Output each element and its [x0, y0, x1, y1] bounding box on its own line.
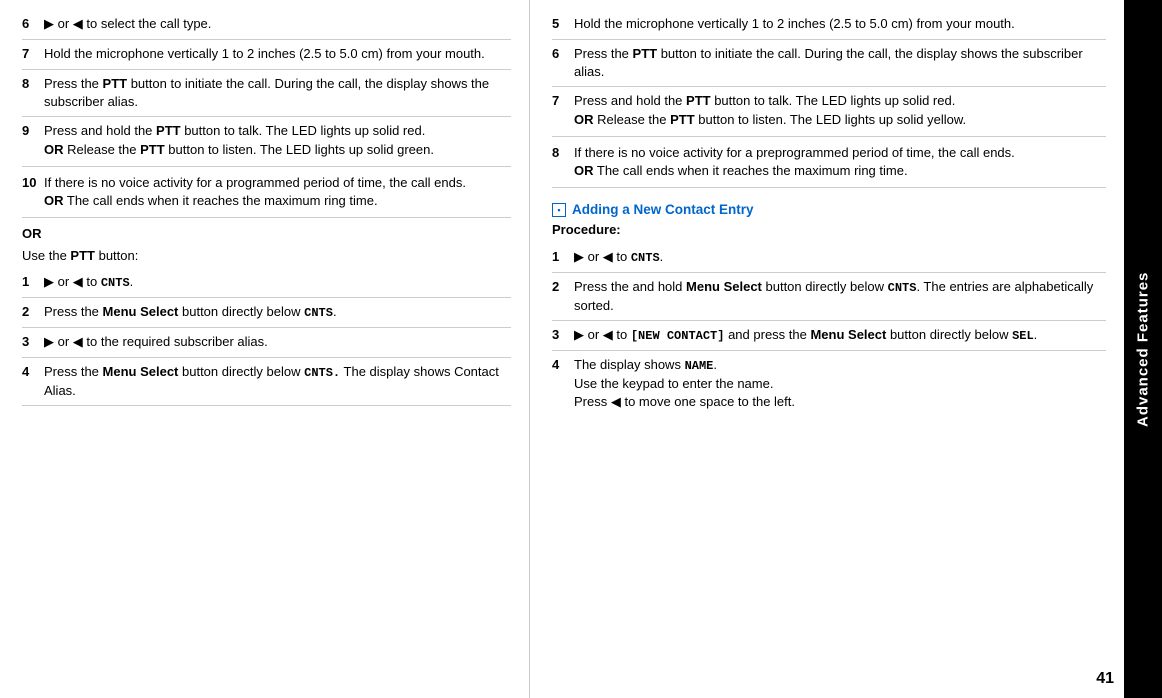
use-ptt-row: Use the PTT button:	[22, 246, 511, 268]
sub-step-3-num: 3	[22, 333, 44, 349]
r-step-8-content: If there is no voice activity for a prep…	[574, 144, 1106, 180]
r-step-6-row: 6 Press the PTT button to initiate the c…	[552, 40, 1106, 87]
sub-step-2-num: 2	[22, 303, 44, 319]
or-label: OR	[22, 226, 42, 241]
page-number: 41	[1096, 670, 1114, 688]
sub-step-2-row: 2 Press the Menu Select button directly …	[22, 298, 511, 328]
sub-step-4-content: Press the Menu Select button directly be…	[44, 363, 511, 400]
sec-sel-mono: SEL	[1012, 329, 1034, 343]
step-7-num: 7	[22, 45, 44, 61]
r-step-6-content: Press the PTT button to initiate the cal…	[574, 45, 1106, 81]
use-ptt-text: Use the PTT button:	[22, 248, 138, 263]
sec-step-1-content: ▶ or ◀ to CNTS.	[574, 248, 1106, 267]
r-step-6-num: 6	[552, 45, 574, 61]
step-6-row: 6 ▶ or ◀ to select the call type.	[22, 10, 511, 40]
sec-step-3-content: ▶ or ◀ to [NEW CONTACT] and press the Me…	[574, 326, 1106, 345]
sec-step-2-row: 2 Press the and hold Menu Select button …	[552, 273, 1106, 321]
step-7-content: Hold the microphone vertically 1 to 2 in…	[44, 45, 511, 63]
r-step-7-divider	[552, 136, 1106, 137]
step-6-content: ▶ or ◀ to select the call type.	[44, 15, 511, 33]
step-9-divider	[22, 166, 511, 167]
r-step-8-divider	[552, 187, 1106, 188]
step-10-content: If there is no voice activity for a prog…	[44, 174, 511, 210]
sec-new-contact-mono: [NEW CONTACT]	[631, 329, 725, 343]
sec-step-2-num: 2	[552, 278, 574, 294]
step-10-num: 10	[22, 174, 44, 190]
r-step-7-row: 7 Press and hold the PTT button to talk.…	[552, 87, 1106, 133]
or-ptt-section: OR	[22, 220, 511, 246]
sub-step-4-row: 4 Press the Menu Select button directly …	[22, 358, 511, 406]
procedure-label: Procedure:	[552, 220, 1106, 241]
section-heading: ▪ Adding a New Contact Entry	[552, 196, 1106, 220]
r-step-8-row: 8 If there is no voice activity for a pr…	[552, 139, 1106, 185]
sub-step-4-num: 4	[22, 363, 44, 379]
r-step-5-content: Hold the microphone vertically 1 to 2 in…	[574, 15, 1106, 33]
sub-step-1-row: 1 ▶ or ◀ to CNTS.	[22, 268, 511, 298]
step-9-or: OR	[44, 138, 64, 161]
r-step-5-row: 5 Hold the microphone vertically 1 to 2 …	[552, 10, 1106, 40]
sec-step-3-num: 3	[552, 326, 574, 342]
sec-step-4-row: 4 The display shows NAME. Use the keypad…	[552, 351, 1106, 416]
step-8-content: Press the PTT button to initiate the cal…	[44, 75, 511, 111]
section-heading-text: Adding a New Contact Entry	[572, 202, 754, 217]
sidebar: Advanced Features	[1124, 0, 1162, 698]
sub-step-3-row: 3 ▶ or ◀ to the required subscriber alia…	[22, 328, 511, 358]
sub-step-2-content: Press the Menu Select button directly be…	[44, 303, 511, 322]
sec-cnts-mono-1: CNTS	[631, 251, 660, 265]
sub-step-1-content: ▶ or ◀ to CNTS.	[44, 273, 511, 292]
step-8-row: 8 Press the PTT button to initiate the c…	[22, 70, 511, 117]
r-step-5-num: 5	[552, 15, 574, 31]
sec-step-1-num: 1	[552, 248, 574, 264]
cnts-mono-3: CNTS.	[304, 366, 340, 380]
main-content: 6 ▶ or ◀ to select the call type. 7 Hold…	[0, 0, 1162, 698]
sub-step-1-num: 1	[22, 273, 44, 289]
sidebar-label-text: Advanced Features	[1135, 271, 1152, 426]
new-contact-section: ▪ Adding a New Contact Entry Procedure:	[552, 190, 1106, 243]
step-8-num: 8	[22, 75, 44, 91]
step-7-row: 7 Hold the microphone vertically 1 to 2 …	[22, 40, 511, 70]
step-10-row: 10 If there is no voice activity for a p…	[22, 169, 511, 215]
r-step-8-or: OR	[574, 159, 594, 182]
sec-step-4-content: The display shows NAME. Use the keypad t…	[574, 356, 1106, 411]
sec-step-3-row: 3 ▶ or ◀ to [NEW CONTACT] and press the …	[552, 321, 1106, 351]
step-9-num: 9	[22, 122, 44, 138]
sec-cnts-mono-2: CNTS	[888, 281, 917, 295]
sec-step-4-num: 4	[552, 356, 574, 372]
sub-step-3-content: ▶ or ◀ to the required subscriber alias.	[44, 333, 511, 351]
r-step-7-or: OR	[574, 108, 594, 131]
step-6-num: 6	[22, 15, 44, 31]
sec-name-mono: NAME	[685, 359, 714, 373]
section-icon: ▪	[552, 203, 566, 217]
r-step-7-num: 7	[552, 92, 574, 108]
step-9-row: 9 Press and hold the PTT button to talk.…	[22, 117, 511, 163]
sec-step-2-content: Press the and hold Menu Select button di…	[574, 278, 1106, 315]
sec-step-1-row: 1 ▶ or ◀ to CNTS.	[552, 243, 1106, 273]
r-step-7-content: Press and hold the PTT button to talk. T…	[574, 92, 1106, 128]
r-step-8-num: 8	[552, 144, 574, 160]
cnts-mono-1: CNTS	[101, 276, 130, 290]
left-column: 6 ▶ or ◀ to select the call type. 7 Hold…	[0, 0, 530, 698]
cnts-mono-2: CNTS	[304, 306, 333, 320]
step-9-content: Press and hold the PTT button to talk. T…	[44, 122, 511, 158]
step-10-or: OR	[44, 189, 64, 212]
step-10-divider	[22, 217, 511, 218]
right-column: 5 Hold the microphone vertically 1 to 2 …	[530, 0, 1124, 698]
